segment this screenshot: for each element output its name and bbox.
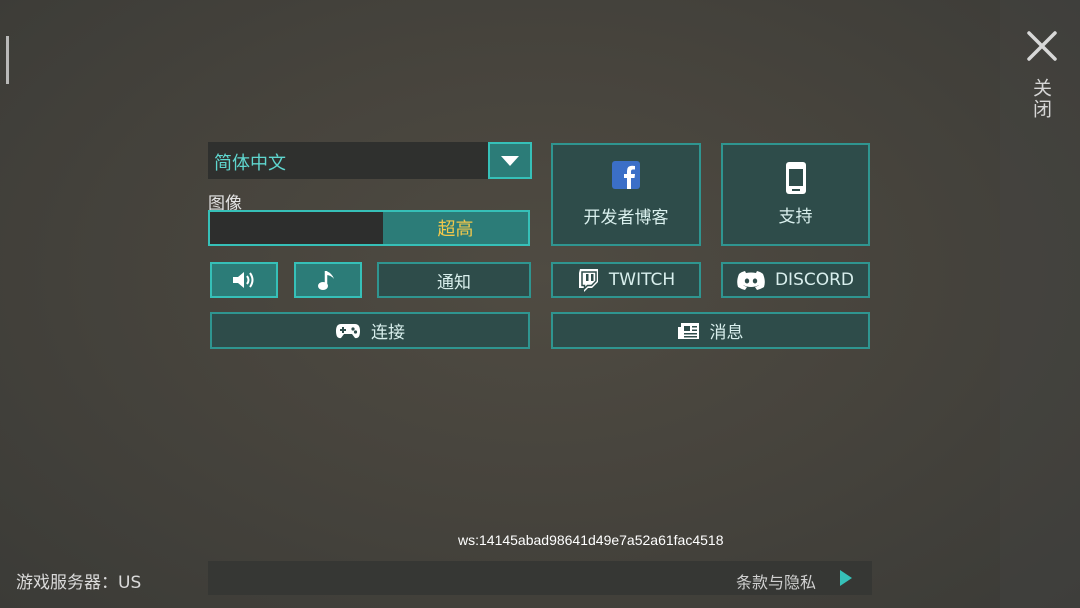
twitch-button[interactable]: TWITCH bbox=[551, 262, 701, 298]
sound-toggle-button[interactable] bbox=[210, 262, 278, 298]
notify-label: 通知 bbox=[437, 272, 471, 293]
terms-privacy-link[interactable]: 条款与隐私 bbox=[736, 569, 816, 593]
language-select[interactable]: 简体中文 bbox=[208, 142, 532, 179]
facebook-icon bbox=[612, 161, 640, 189]
close-icon bbox=[1027, 31, 1057, 61]
edge-handle bbox=[6, 36, 9, 84]
language-selected: 简体中文 bbox=[214, 153, 286, 174]
close-label: 关闭 bbox=[1030, 78, 1052, 120]
connect-button[interactable]: 连接 bbox=[210, 312, 530, 349]
music-toggle-button[interactable] bbox=[294, 262, 362, 298]
notify-button[interactable]: 通知 bbox=[377, 262, 531, 298]
phone-icon bbox=[785, 162, 806, 194]
twitch-icon bbox=[577, 268, 599, 292]
language-dropdown-button[interactable] bbox=[488, 142, 532, 179]
discord-label: DISCORD bbox=[774, 270, 855, 290]
support-label: 支持 bbox=[778, 207, 813, 227]
play-arrow-icon[interactable] bbox=[840, 570, 852, 590]
support-button[interactable]: 支持 bbox=[721, 143, 870, 246]
graphics-quality-selected: 超高 bbox=[383, 212, 528, 244]
speaker-icon bbox=[233, 272, 254, 288]
news-button[interactable]: 消息 bbox=[551, 312, 870, 349]
dev-blog-button[interactable]: 开发者博客 bbox=[551, 143, 701, 246]
server-region-label: 游戏服务器：US bbox=[16, 573, 142, 593]
newspaper-icon bbox=[677, 322, 700, 340]
dev-blog-label: 开发者博客 bbox=[583, 208, 669, 228]
session-id: ws:14145abad98641d49e7a52a61fac4518 bbox=[458, 532, 724, 548]
twitch-label: TWITCH bbox=[608, 270, 676, 290]
music-note-icon bbox=[318, 271, 334, 290]
dropdown-arrow-icon bbox=[501, 155, 519, 166]
graphics-quality-slider[interactable]: 超高 bbox=[208, 210, 530, 246]
discord-icon bbox=[737, 270, 765, 290]
connect-label: 连接 bbox=[371, 323, 405, 343]
footer-bar: 条款与隐私 bbox=[208, 561, 872, 595]
gamepad-icon bbox=[335, 322, 361, 340]
discord-button[interactable]: DISCORD bbox=[721, 262, 870, 298]
close-button[interactable] bbox=[1024, 28, 1060, 64]
graphics-quality-value: 超高 bbox=[437, 219, 474, 240]
news-label: 消息 bbox=[709, 323, 744, 343]
